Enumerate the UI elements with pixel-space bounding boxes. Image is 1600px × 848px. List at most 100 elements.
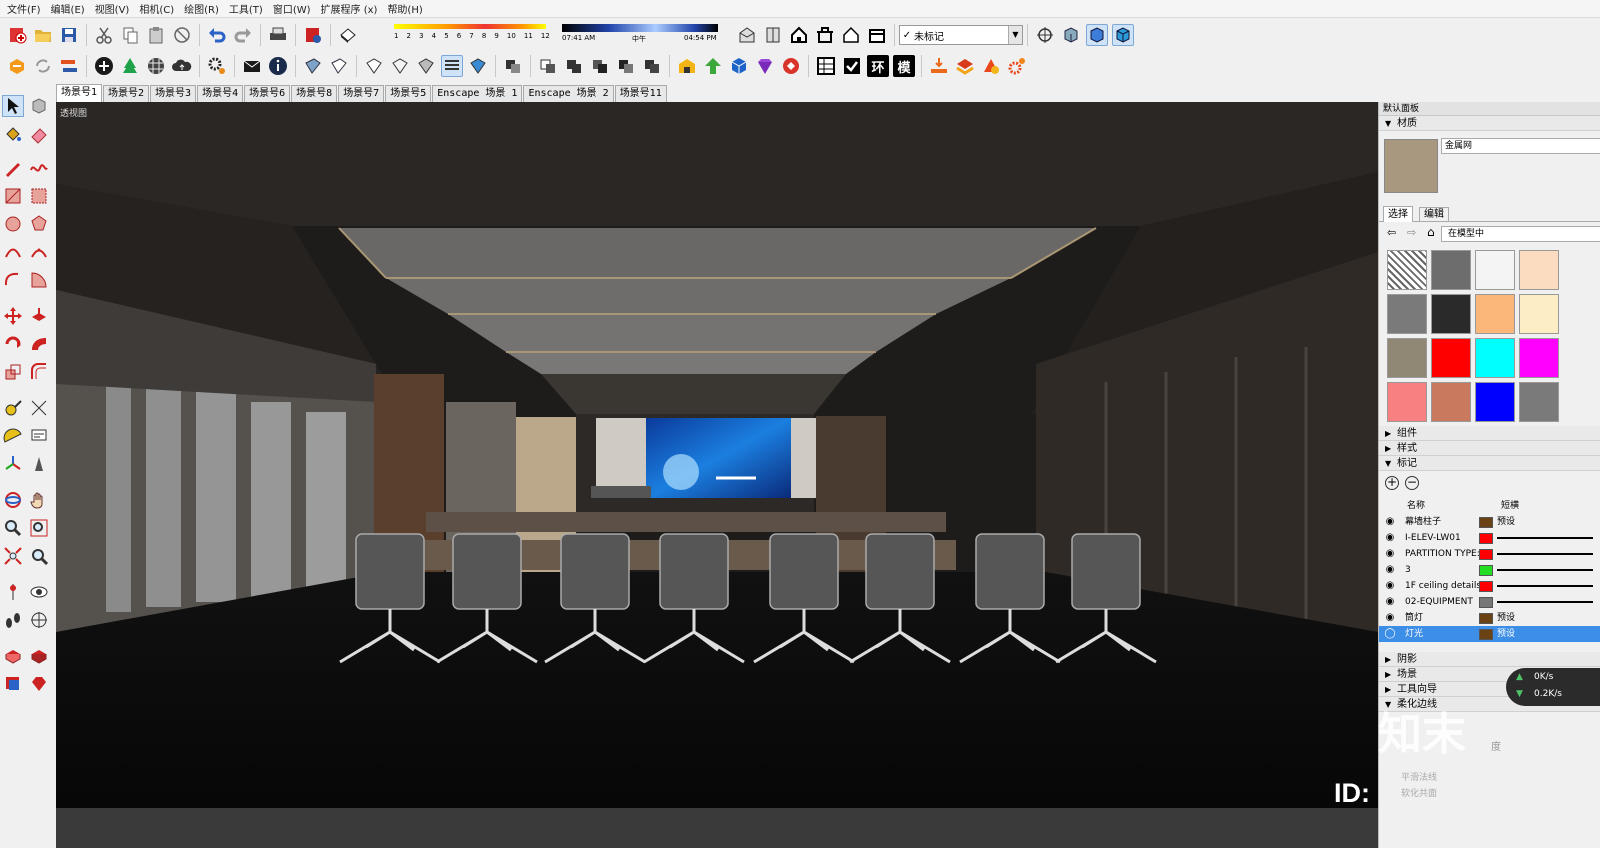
- tape-measure-icon[interactable]: [2, 397, 24, 419]
- arc-icon[interactable]: [2, 241, 24, 263]
- face-style-1-icon[interactable]: [363, 55, 385, 77]
- tab-scene-8[interactable]: 场景号8: [291, 85, 338, 102]
- upload-arrow-icon[interactable]: [702, 55, 724, 77]
- tag-color-swatch[interactable]: [1479, 597, 1493, 608]
- right-view-icon[interactable]: [814, 24, 836, 46]
- left-view-icon[interactable]: [866, 24, 888, 46]
- 3d-text-icon[interactable]: [28, 453, 50, 475]
- visibility-eye-icon[interactable]: ◉: [1383, 594, 1397, 610]
- tab-scene-2[interactable]: 场景号2: [103, 85, 150, 102]
- tag-color-swatch[interactable]: [1479, 581, 1493, 592]
- tags-section-header[interactable]: ▼ 标记: [1379, 456, 1600, 471]
- month-slider[interactable]: [394, 24, 546, 29]
- menu-file[interactable]: 文件(F): [2, 1, 46, 16]
- tag-dropdown[interactable]: ✓ 未标记 ▼: [899, 25, 1023, 45]
- follow-me-icon[interactable]: [28, 333, 50, 355]
- previous-view-icon[interactable]: [28, 545, 50, 567]
- sync-icon[interactable]: [32, 55, 54, 77]
- material-swatch[interactable]: [1475, 250, 1515, 290]
- save-icon[interactable]: [58, 24, 80, 46]
- tag-row[interactable]: ◉ 筒灯 预设: [1379, 610, 1600, 626]
- tab-scene-5[interactable]: 场景号5: [385, 85, 432, 102]
- section-plane-icon[interactable]: [28, 609, 50, 631]
- dimension-icon[interactable]: [28, 397, 50, 419]
- model-button[interactable]: 模: [893, 55, 915, 77]
- visibility-eye-icon[interactable]: ◯: [1383, 626, 1397, 642]
- zoom-icon[interactable]: [2, 517, 24, 539]
- tab-scene-1[interactable]: 场景号1: [56, 84, 103, 102]
- eraser-icon[interactable]: [28, 123, 50, 145]
- position-camera-icon[interactable]: [1034, 24, 1056, 46]
- tab-enscape-1[interactable]: Enscape 场景 1: [432, 85, 523, 102]
- tag-color-swatch[interactable]: [1479, 613, 1493, 624]
- model-3d-icon[interactable]: [6, 55, 28, 77]
- style-hidden-icon[interactable]: [328, 55, 350, 77]
- tab-select[interactable]: 选择: [1383, 206, 1413, 222]
- menu-draw[interactable]: 绘图(R): [179, 1, 224, 16]
- circle-icon[interactable]: [2, 213, 24, 235]
- tag-dash[interactable]: 预设: [1497, 514, 1597, 530]
- tag-row[interactable]: ◉ 幕墙柱子 预设: [1379, 514, 1600, 530]
- visibility-eye-icon[interactable]: ◉: [1383, 562, 1397, 578]
- material-swatch[interactable]: [1431, 338, 1471, 378]
- offset-icon[interactable]: [28, 361, 50, 383]
- box-3d-icon[interactable]: [728, 55, 750, 77]
- push-pull-icon[interactable]: [28, 305, 50, 327]
- tag-row[interactable]: ◉ 02-EQUIPMENT: [1379, 594, 1600, 610]
- grid-icon[interactable]: [815, 55, 837, 77]
- paint-bucket-icon[interactable]: [2, 123, 24, 145]
- undo-icon[interactable]: [206, 24, 228, 46]
- open-folder-icon[interactable]: [32, 24, 54, 46]
- tag-dash[interactable]: [1497, 594, 1597, 610]
- checkbox-icon[interactable]: [841, 55, 863, 77]
- walk-icon[interactable]: [2, 609, 24, 631]
- tag-row[interactable]: ◉ PARTITION TYPE:: [1379, 546, 1600, 562]
- material-swatch[interactable]: [1519, 338, 1559, 378]
- rotate-icon[interactable]: [2, 333, 24, 355]
- chevron-down-icon[interactable]: ▼: [1008, 26, 1022, 44]
- face-style-3-icon[interactable]: [415, 55, 437, 77]
- top-view-icon[interactable]: [762, 24, 784, 46]
- material-swatch[interactable]: [1431, 382, 1471, 422]
- layer-stack-icon[interactable]: [954, 55, 976, 77]
- material-swatch[interactable]: [1475, 338, 1515, 378]
- tag-color-swatch[interactable]: [1479, 533, 1493, 544]
- material-swatch[interactable]: [1519, 250, 1559, 290]
- email-icon[interactable]: [241, 55, 263, 77]
- ruby-icon[interactable]: [780, 55, 802, 77]
- select-arrow-icon[interactable]: [2, 95, 24, 117]
- material-swatch[interactable]: [1431, 294, 1471, 334]
- menu-tools[interactable]: 工具(T): [224, 1, 268, 16]
- axes-icon[interactable]: [2, 453, 24, 475]
- material-swatch[interactable]: [1387, 294, 1427, 334]
- warehouse-icon[interactable]: [676, 55, 698, 77]
- menu-window[interactable]: 窗口(W): [268, 1, 316, 16]
- rotated-rectangle-icon[interactable]: [28, 185, 50, 207]
- cut-icon[interactable]: [93, 24, 115, 46]
- component-3-icon[interactable]: [563, 55, 585, 77]
- tag-dash[interactable]: [1497, 546, 1597, 562]
- shaded-texture-icon[interactable]: [1112, 24, 1134, 46]
- freehand-icon[interactable]: [28, 157, 50, 179]
- back-arrow-icon[interactable]: ⇦: [1387, 226, 1396, 239]
- remove-tag-icon[interactable]: −: [1405, 476, 1419, 490]
- three-point-arc-icon[interactable]: [2, 269, 24, 291]
- back-view-icon[interactable]: [840, 24, 862, 46]
- style-wireframe-icon[interactable]: [302, 55, 324, 77]
- tag-color-swatch[interactable]: [1479, 629, 1493, 640]
- redo-icon[interactable]: [232, 24, 254, 46]
- copy-icon[interactable]: [119, 24, 141, 46]
- sandbox-icon[interactable]: [2, 645, 24, 667]
- tag-dash[interactable]: [1497, 578, 1597, 594]
- pie-icon[interactable]: [28, 269, 50, 291]
- sandbox-2-icon[interactable]: [28, 645, 50, 667]
- material-swatch[interactable]: [1519, 382, 1559, 422]
- face-style-2-icon[interactable]: [389, 55, 411, 77]
- protractor-icon[interactable]: [2, 425, 24, 447]
- xray-icon[interactable]: [1060, 24, 1082, 46]
- position-camera-tool-icon[interactable]: [2, 581, 24, 603]
- env-button[interactable]: 环: [867, 55, 889, 77]
- make-component-icon[interactable]: [28, 95, 50, 117]
- tag-dash[interactable]: [1497, 530, 1597, 546]
- tree-icon[interactable]: [119, 55, 141, 77]
